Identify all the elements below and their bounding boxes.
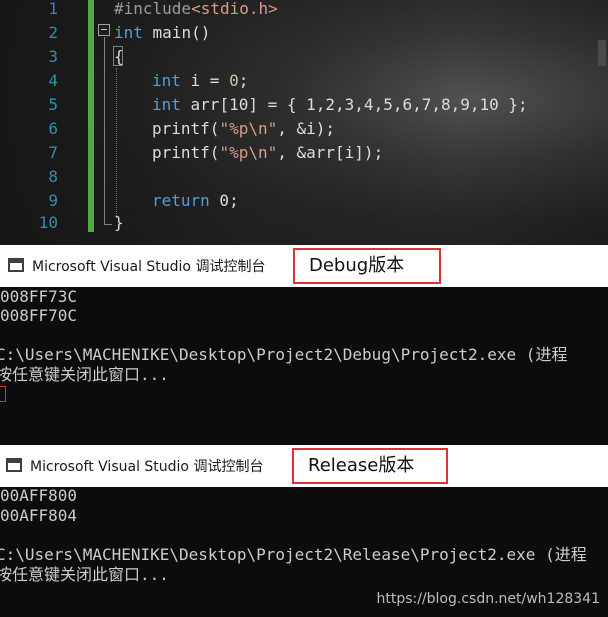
line-number: 2 bbox=[48, 23, 58, 42]
string-literal: "%p\n" bbox=[219, 143, 278, 162]
console-output-line: 按任意键关闭此窗口... bbox=[0, 365, 169, 384]
editor-scrollbar-thumb[interactable] bbox=[598, 40, 606, 66]
console-output-line: C:\Users\MACHENIKE\Desktop\Project2\Debu… bbox=[0, 345, 568, 364]
code-line-4[interactable]: int i = 0; bbox=[152, 69, 248, 93]
keyword: int bbox=[114, 23, 143, 42]
line-number: 6 bbox=[48, 119, 58, 138]
indent-guide bbox=[116, 68, 118, 218]
debug-console-window[interactable]: Microsoft Visual Studio 调试控制台 Debug版本 00… bbox=[0, 245, 608, 445]
code-line-3[interactable]: { bbox=[114, 45, 124, 69]
string-literal: "%p\n" bbox=[219, 119, 278, 138]
number-literal: 0 bbox=[209, 191, 230, 210]
code-line-5[interactable]: int arr[10] = { 1,2,3,4,5,6,7,8,9,10 }; bbox=[152, 93, 528, 117]
code-line-1[interactable]: #include<stdio.h> bbox=[114, 0, 278, 21]
code-line-2[interactable]: int main() bbox=[114, 21, 210, 45]
code-text: main() bbox=[142, 23, 211, 42]
code-text: i = bbox=[180, 71, 230, 90]
preprocessor-directive: #include bbox=[114, 0, 192, 18]
console-app-icon bbox=[8, 258, 24, 272]
keyword: int bbox=[152, 95, 181, 114]
include-path: <stdio.h> bbox=[191, 0, 278, 18]
console-output-line: 00AFF800 bbox=[0, 486, 78, 505]
console-cursor bbox=[0, 386, 6, 402]
code-text: ; bbox=[229, 191, 239, 210]
line-number: 8 bbox=[48, 167, 58, 186]
watermark: https://blog.csdn.net/wh128341 bbox=[376, 591, 600, 607]
outline-guide-end bbox=[104, 224, 112, 225]
console-output-line: 008FF70C bbox=[0, 306, 78, 325]
console-window-title: Microsoft Visual Studio 调试控制台 bbox=[32, 259, 266, 275]
console-app-icon bbox=[6, 458, 22, 472]
console-output-line: C:\Users\MACHENIKE\Desktop\Project2\Rele… bbox=[0, 545, 587, 564]
debug-version-label: Debug版本 bbox=[293, 248, 441, 284]
code-text: ; bbox=[238, 71, 249, 90]
line-number: 1 bbox=[48, 0, 58, 18]
console-output-line: 00AFF804 bbox=[0, 506, 78, 525]
code-text: , &arr[i]); bbox=[277, 143, 384, 162]
number-literal: 0 bbox=[229, 71, 239, 90]
function-call: printf( bbox=[152, 143, 220, 162]
code-text: { bbox=[114, 47, 124, 66]
line-number: 9 bbox=[48, 191, 58, 210]
code-line-7[interactable]: printf("%p\n", &arr[i]); bbox=[152, 141, 383, 165]
keyword: int bbox=[152, 71, 181, 90]
code-text: , &i); bbox=[277, 119, 336, 138]
release-version-label: Release版本 bbox=[292, 448, 448, 484]
function-call: printf( bbox=[152, 119, 220, 138]
code-text: } bbox=[114, 213, 124, 232]
line-number-gutter: 1 2 3 4 5 6 7 8 9 10 bbox=[0, 0, 62, 245]
keyword: return bbox=[152, 191, 210, 210]
code-line-10[interactable]: } bbox=[114, 211, 124, 235]
line-number: 10 bbox=[38, 213, 58, 232]
collapse-outline-icon[interactable] bbox=[98, 24, 110, 36]
change-tracking-bar bbox=[88, 0, 94, 232]
code-editor[interactable]: 1 2 3 4 5 6 7 8 9 10 #include<stdio.h> i… bbox=[0, 0, 608, 245]
line-number: 3 bbox=[48, 47, 58, 66]
code-text: arr[10] = { 1,2,3,4,5,6,7,8,9,10 }; bbox=[180, 95, 528, 114]
console-output-line: 008FF73C bbox=[0, 287, 78, 306]
console-output-line: 按任意键关闭此窗口... bbox=[0, 565, 169, 584]
outline-guide-line bbox=[104, 37, 105, 225]
line-number: 7 bbox=[48, 143, 58, 162]
code-line-6[interactable]: printf("%p\n", &i); bbox=[152, 117, 335, 141]
console-title-bar[interactable]: Microsoft Visual Studio 调试控制台 Debug版本 bbox=[0, 245, 608, 287]
line-number: 4 bbox=[48, 71, 58, 90]
console-window-title: Microsoft Visual Studio 调试控制台 bbox=[30, 459, 264, 475]
console-title-bar[interactable]: Microsoft Visual Studio 调试控制台 Release版本 bbox=[0, 445, 608, 487]
line-number: 5 bbox=[48, 95, 58, 114]
code-line-9[interactable]: return 0; bbox=[152, 189, 239, 213]
